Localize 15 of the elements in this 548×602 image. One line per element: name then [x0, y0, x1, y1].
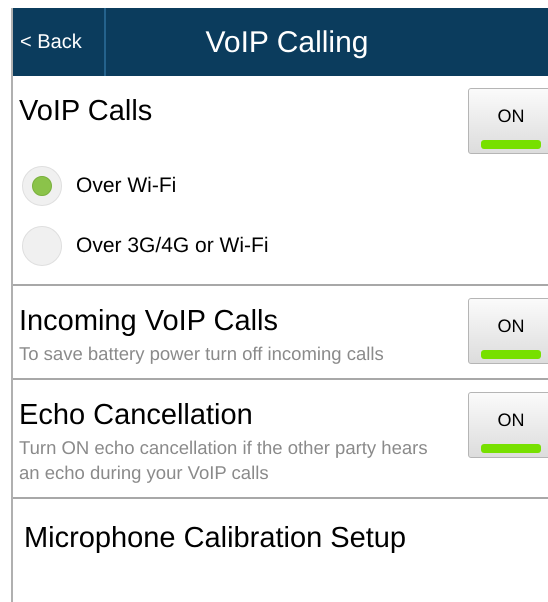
setting-description: To save battery power turn off incoming calls: [19, 342, 385, 366]
radio-label: Over Wi-Fi: [76, 173, 176, 200]
radio-button[interactable]: [22, 226, 62, 266]
setting-title: Incoming VoIP Calls: [19, 304, 279, 338]
setting-title: VoIP Calls: [19, 94, 154, 128]
toggle-button[interactable]: ON: [468, 298, 548, 364]
radio-label: Over 3G/4G or Wi-Fi: [76, 233, 269, 260]
setting-title: Echo Cancellation: [19, 398, 254, 432]
setting-link[interactable]: Microphone Calibration Setup: [24, 517, 406, 560]
screen-title: VoIP Calling: [206, 24, 368, 60]
setting-description: Turn ON echo cancellation if the other party hears an echo during your VoIP calls: [19, 436, 429, 485]
back-button[interactable]: < Back: [13, 8, 106, 76]
toggle-button[interactable]: ON: [468, 392, 548, 458]
toggle-button[interactable]: ON: [468, 88, 548, 154]
radio-button[interactable]: [22, 166, 62, 206]
